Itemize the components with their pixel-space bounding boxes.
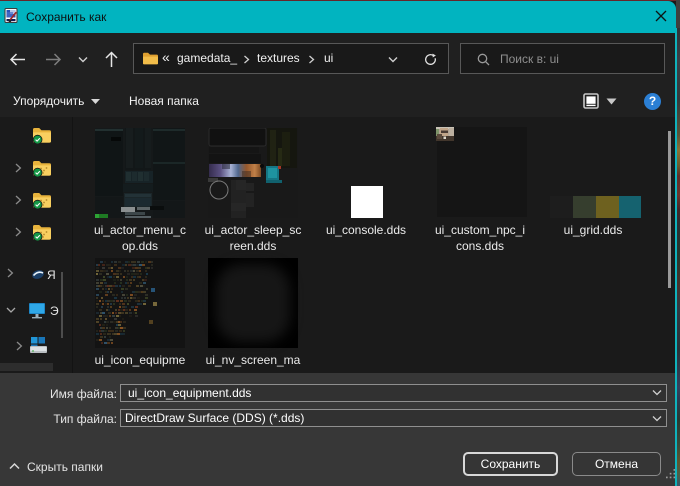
svg-text:Э: Э <box>50 304 59 318</box>
svg-text:Я: Я <box>47 268 56 282</box>
